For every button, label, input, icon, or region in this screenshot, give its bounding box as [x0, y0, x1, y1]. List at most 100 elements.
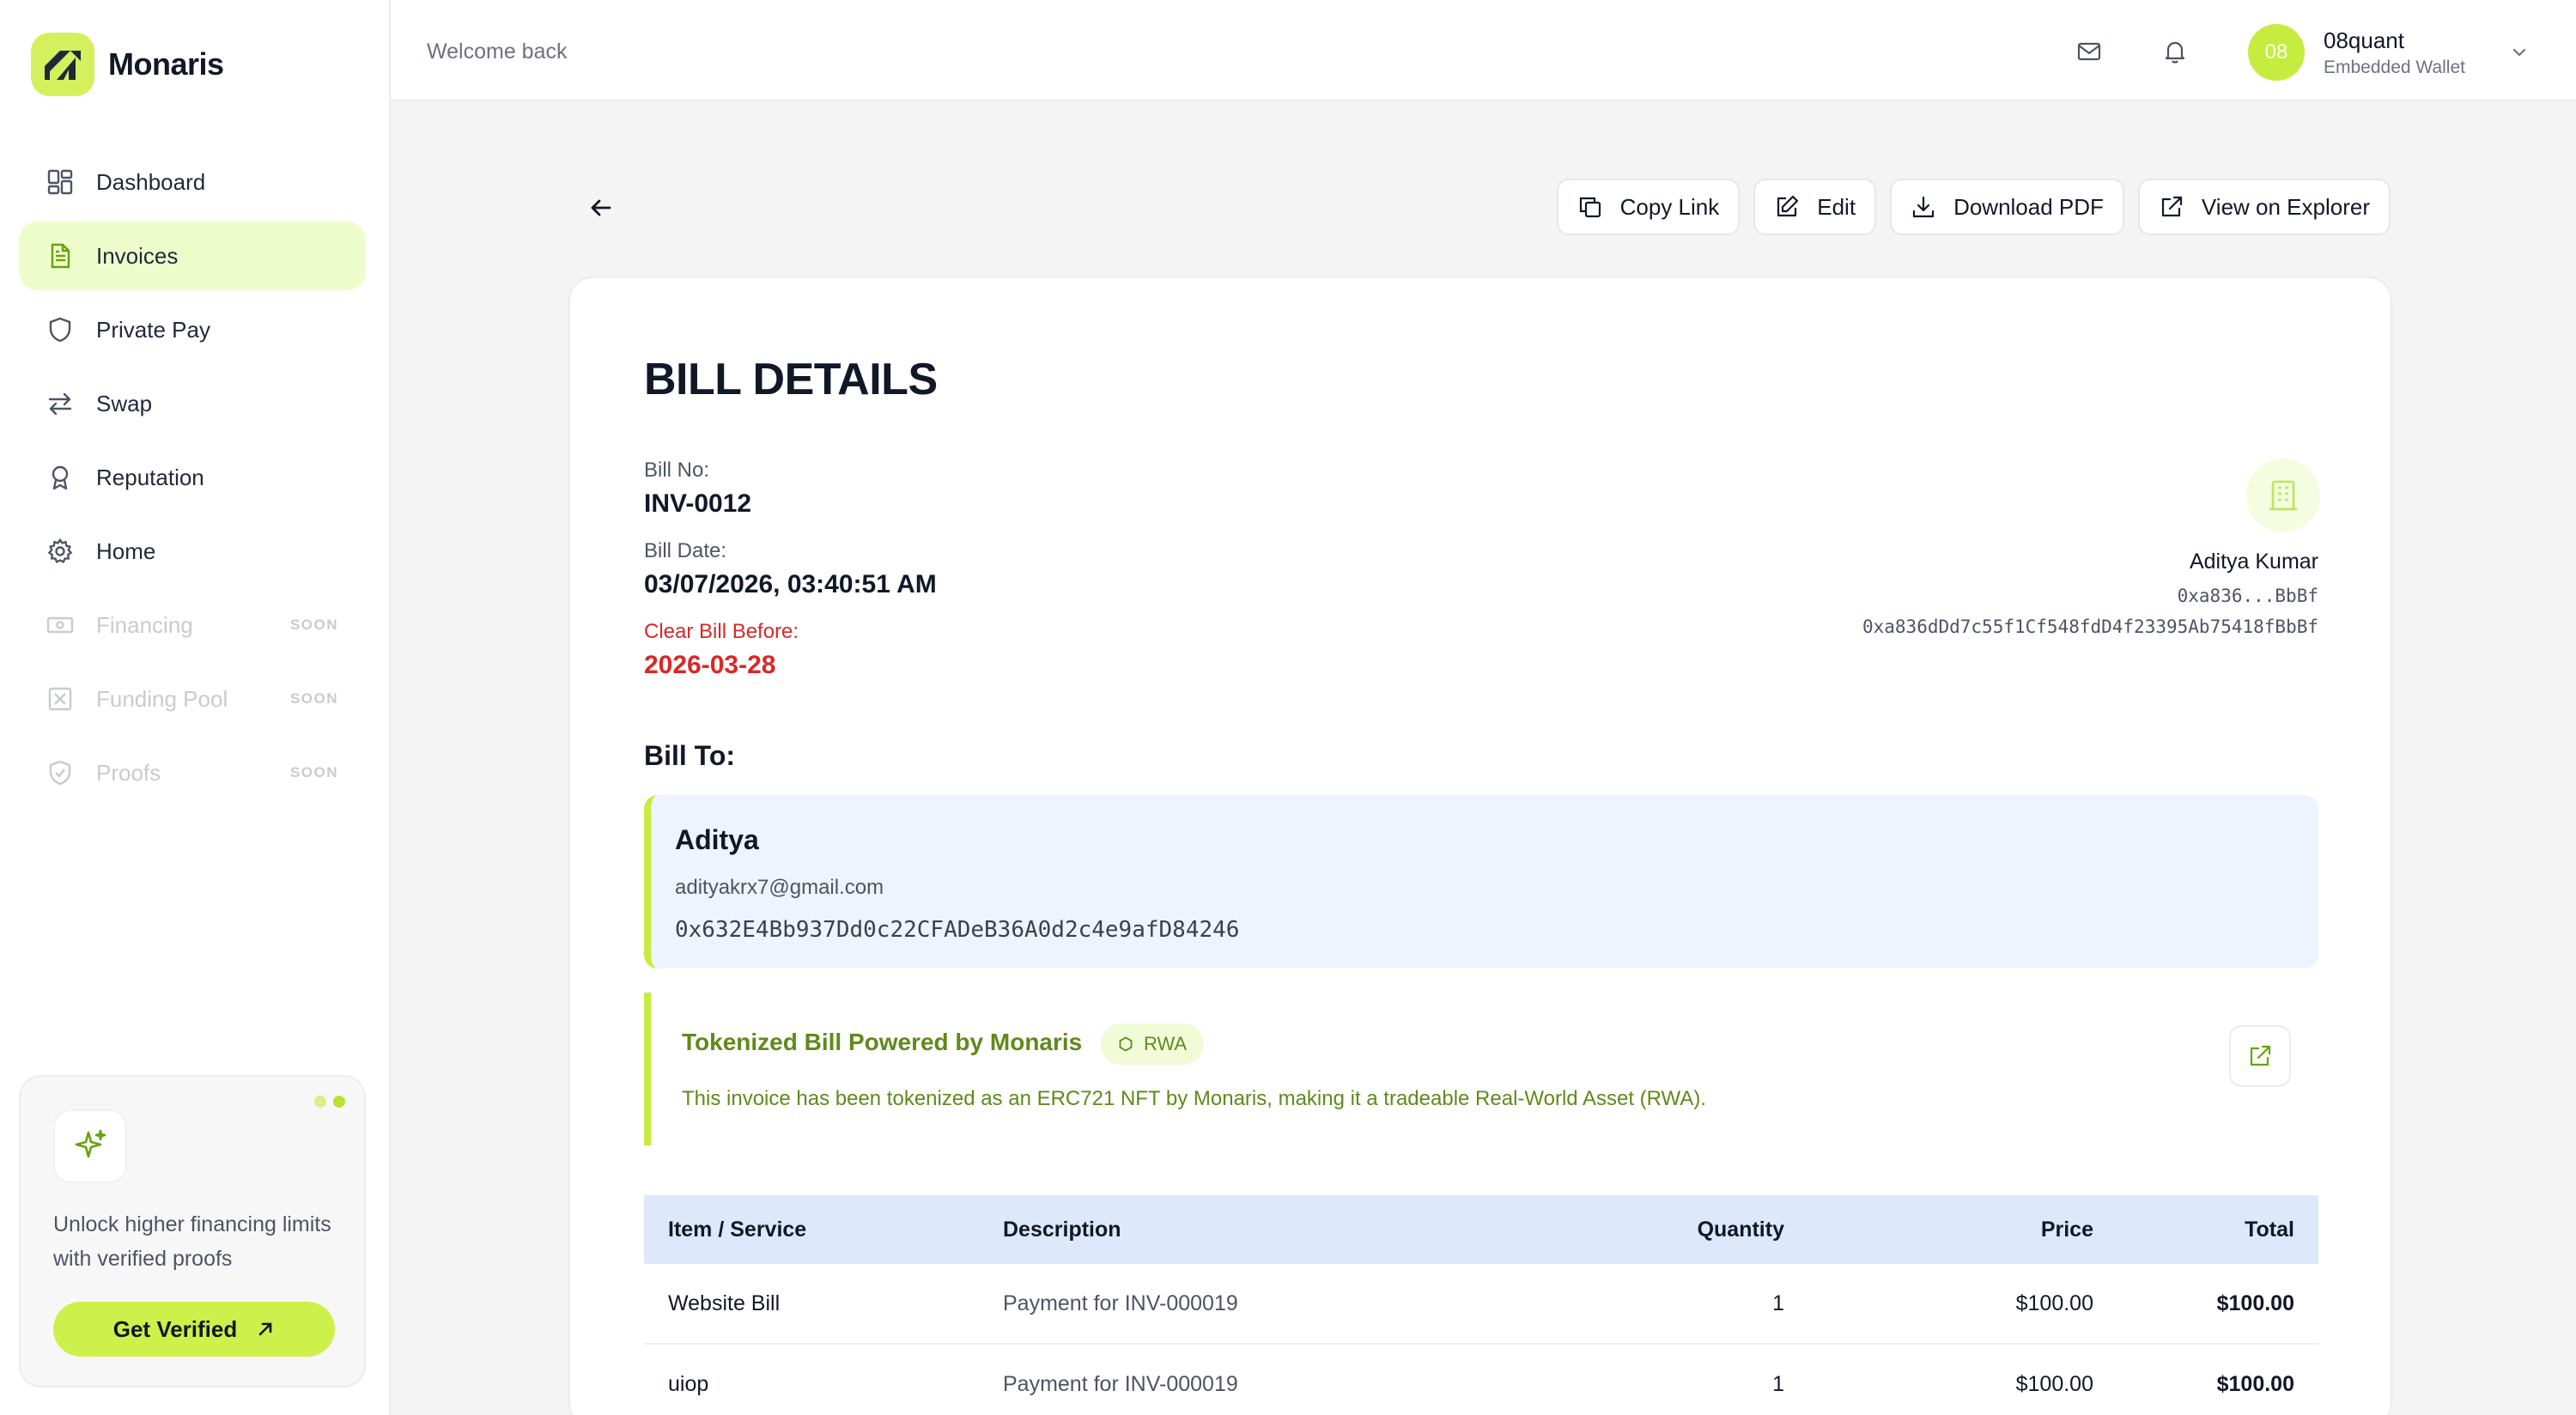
due-date-value: 2026-03-28 — [644, 651, 776, 679]
table-header: Item / Service Description Quantity Pric… — [644, 1195, 2318, 1264]
soon-badge: SOON — [289, 690, 338, 707]
chevron-down-icon — [2512, 48, 2526, 57]
sparkle-icon — [53, 1109, 127, 1183]
edit-button[interactable]: Edit — [1753, 179, 1877, 235]
back-button[interactable] — [584, 191, 618, 225]
invoice-toolbar: Copy Link Edit Download PDF View on Expl… — [1556, 179, 2391, 235]
tokenized-title: Tokenized Bill Powered by Monaris — [682, 1029, 1083, 1055]
recipient-email: adityakrx7@gmail.com — [675, 876, 884, 899]
monaris-logo-icon — [31, 33, 94, 96]
copy-link-label: Copy Link — [1619, 193, 1720, 220]
sidebar-item-label: Proofs — [96, 759, 161, 786]
recipient-name: Aditya — [675, 824, 759, 855]
brand-name: Monaris — [108, 46, 224, 82]
sidebar-item-label: Financing — [96, 611, 193, 638]
sidebar-item-private-pay[interactable]: Private Pay — [19, 295, 366, 364]
view-on-explorer-label: View on Explorer — [2201, 193, 2370, 220]
sidebar-item-home[interactable]: Home — [19, 517, 366, 586]
sidebar: Monaris Dashboard Invoices Private Pay S… — [0, 0, 391, 1415]
sidebar-item-funding-pool[interactable]: Funding Pool SOON — [19, 665, 366, 733]
shield-check-icon — [45, 757, 76, 788]
user-info: 08quant Embedded Wallet — [2324, 27, 2465, 78]
issuer-address-short: 0xa836...BbBf — [2177, 586, 2318, 606]
recipient-address: 0x632E4Bb937Dd0c22CFADeB36A0d2c4e9afD842… — [675, 917, 1240, 943]
welcome-text: Welcome back — [427, 39, 568, 64]
document-icon — [45, 240, 76, 271]
issuer-address-full: 0xa836dDd7c55f1Cf548fdD4f23395Ab75418fBb… — [1862, 616, 2318, 637]
verify-promo-card: Unlock higher financing limits with veri… — [19, 1075, 366, 1388]
soon-badge: SOON — [289, 764, 338, 780]
brand[interactable]: Monaris — [31, 33, 224, 96]
quantity-cell: 1 — [1772, 1291, 1784, 1315]
swap-arrows-icon — [45, 388, 76, 419]
top-header: Welcome back 08 08quant Embedded Wallet — [391, 0, 2576, 101]
table-row: Website Bill Payment for INV-000019 1 $1… — [644, 1264, 2318, 1345]
quantity-cell: 1 — [1772, 1371, 1784, 1396]
sidebar-item-proofs[interactable]: Proofs SOON — [19, 738, 366, 807]
description-cell: Payment for INV-000019 — [1003, 1371, 1238, 1396]
sidebar-nav: Dashboard Invoices Private Pay Swap Repu… — [19, 148, 366, 812]
bell-icon[interactable] — [2160, 36, 2190, 67]
sidebar-item-swap[interactable]: Swap — [19, 369, 366, 438]
page-title: BILL DETAILS — [644, 355, 938, 404]
sidebar-item-label: Home — [96, 537, 156, 564]
shield-icon — [45, 314, 76, 345]
download-icon — [1912, 196, 1935, 218]
edit-icon — [1777, 195, 1799, 217]
arrow-left-icon — [591, 199, 611, 216]
sidebar-item-dashboard[interactable]: Dashboard — [19, 148, 366, 216]
tokenized-bill-panel: Tokenized Bill Powered by Monaris RWA Th… — [644, 993, 2318, 1145]
mail-icon[interactable] — [2074, 36, 2105, 67]
sidebar-item-financing[interactable]: Financing SOON — [19, 591, 366, 659]
arrow-up-right-icon — [258, 1322, 272, 1336]
edit-label: Edit — [1817, 193, 1856, 220]
column-header: Item / Service — [668, 1217, 807, 1242]
item-cell: uiop — [668, 1371, 709, 1396]
total-cell: $100.00 — [2216, 1291, 2294, 1315]
description-cell: Payment for INV-000019 — [1003, 1291, 1238, 1315]
bill-to-heading: Bill To: — [644, 740, 736, 771]
tokenized-description: This invoice has been tokenized as an ER… — [682, 1087, 1706, 1110]
column-header: Total — [2245, 1217, 2294, 1242]
table-row: uiop Payment for INV-000019 1 $100.00 $1… — [644, 1345, 2318, 1415]
column-header: Price — [2040, 1217, 2093, 1242]
issuer-name: Aditya Kumar — [2189, 550, 2318, 574]
award-icon — [45, 462, 76, 493]
copy-link-button[interactable]: Copy Link — [1556, 179, 1741, 235]
item-cell: Website Bill — [668, 1291, 781, 1315]
user-name: 08quant — [2324, 27, 2404, 53]
download-pdf-label: Download PDF — [1953, 193, 2104, 220]
line-items-table: Item / Service Description Quantity Pric… — [644, 1195, 2318, 1415]
download-pdf-button[interactable]: Download PDF — [1890, 179, 2124, 235]
recipient-panel: Aditya adityakrx7@gmail.com 0x632E4Bb937… — [644, 795, 2318, 969]
bill-date-value: 03/07/2026, 03:40:51 AM — [644, 570, 937, 598]
banknote-icon — [45, 610, 76, 641]
get-verified-label: Get Verified — [112, 1315, 238, 1342]
user-wallet-type: Embedded Wallet — [2324, 57, 2465, 77]
copy-icon — [1579, 197, 1601, 218]
avatar: 08 — [2248, 24, 2305, 81]
hexagon-icon — [1119, 1036, 1133, 1052]
user-menu[interactable]: 08 08quant Embedded Wallet — [2248, 24, 2529, 81]
rwa-badge: RWA — [1101, 1023, 1205, 1065]
rwa-badge-label: RWA — [1144, 1033, 1188, 1054]
soon-badge: SOON — [289, 616, 338, 633]
get-verified-button[interactable]: Get Verified — [53, 1302, 335, 1357]
bill-no-value: INV-0012 — [644, 489, 752, 518]
sidebar-item-reputation[interactable]: Reputation — [19, 443, 366, 512]
sidebar-item-label: Reputation — [96, 464, 204, 490]
sidebar-item-invoices[interactable]: Invoices — [19, 222, 366, 290]
sidebar-item-label: Private Pay — [96, 316, 210, 343]
external-link-icon — [2161, 196, 2183, 217]
gear-icon — [45, 536, 76, 567]
total-cell: $100.00 — [2216, 1371, 2294, 1396]
dashboard-icon — [45, 167, 76, 197]
due-date-label: Clear Bill Before: — [644, 620, 799, 643]
column-header: Description — [1003, 1217, 1121, 1242]
sidebar-item-label: Invoices — [96, 242, 179, 269]
view-on-explorer-button[interactable]: View on Explorer — [2137, 179, 2391, 235]
bill-date-label: Bill Date: — [644, 539, 727, 562]
token-external-link-button[interactable] — [2229, 1025, 2291, 1087]
bill-no-label: Bill No: — [644, 459, 710, 482]
sidebar-item-label: Swap — [96, 390, 153, 416]
